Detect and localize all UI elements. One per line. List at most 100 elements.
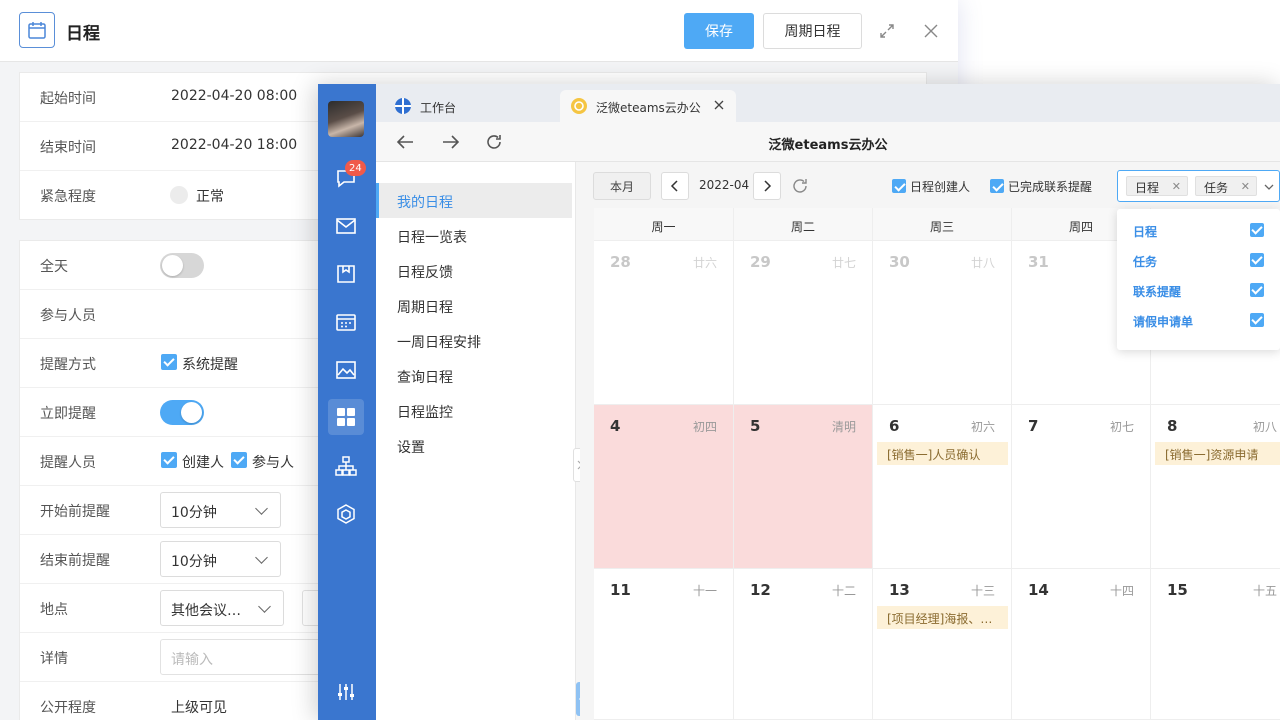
calendar-event[interactable]: [销售一]人员确认 bbox=[877, 442, 1008, 465]
tab-eteams[interactable]: 泛微eteams云办公 bbox=[560, 90, 736, 122]
save-button[interactable]: 保存 bbox=[684, 13, 754, 49]
calendar-event[interactable]: [销售一]资源申请 bbox=[1155, 442, 1280, 465]
cube-icon[interactable] bbox=[332, 500, 360, 528]
dropdown-option-contact-reminder[interactable]: 联系提醒 bbox=[1117, 275, 1280, 305]
day-cell[interactable]: 11 十一 bbox=[594, 569, 734, 720]
apps-icon[interactable] bbox=[332, 403, 360, 431]
calendar-event[interactable]: [项目经理]海报、… bbox=[877, 606, 1008, 629]
day-cell[interactable]: 8 初八 [销售一]资源申请 bbox=[1151, 405, 1280, 569]
calendar-toolbar: 本月 2022-04 日程创建人 已完成联系提醒 日程 ✕ 任务 ✕ bbox=[580, 162, 1280, 208]
box-icon[interactable] bbox=[332, 260, 360, 288]
detail-placeholder: 请输入 bbox=[171, 652, 213, 668]
menu-item-weekly[interactable]: 一周日程安排 bbox=[376, 323, 572, 358]
all-day-label: 全天 bbox=[40, 259, 68, 275]
day-cell[interactable]: 12 十二 bbox=[734, 569, 873, 720]
weekday-header: 周一 bbox=[594, 208, 734, 241]
workbench-icon bbox=[395, 98, 411, 114]
chevron-left-icon bbox=[670, 180, 678, 192]
option-checkbox[interactable] bbox=[1250, 253, 1264, 267]
org-icon[interactable] bbox=[332, 452, 360, 480]
creator-filter-label: 日程创建人 bbox=[910, 180, 971, 194]
before-start-select[interactable]: 10分钟 bbox=[160, 492, 281, 528]
close-icon[interactable] bbox=[712, 98, 726, 112]
dropdown-option-leave-request[interactable]: 请假申请单 bbox=[1117, 305, 1280, 335]
before-start-value: 10分钟 bbox=[171, 505, 217, 521]
before-end-select[interactable]: 10分钟 bbox=[160, 541, 281, 577]
menu-item-settings[interactable]: 设置 bbox=[376, 428, 572, 463]
menu-item-monitor[interactable]: 日程监控 bbox=[376, 393, 572, 428]
menu-item-cycle[interactable]: 周期日程 bbox=[376, 288, 572, 323]
avatar[interactable] bbox=[328, 101, 364, 137]
remind-now-toggle[interactable] bbox=[160, 400, 204, 425]
mail-icon[interactable] bbox=[332, 212, 360, 240]
expand-icon[interactable] bbox=[878, 22, 896, 40]
chip-remove-icon[interactable]: ✕ bbox=[1172, 180, 1181, 193]
before-end-label: 结束前提醒 bbox=[40, 553, 110, 569]
menu-item-label: 日程监控 bbox=[397, 405, 453, 421]
day-cell[interactable]: 6 初六 [销售一]人员确认 bbox=[873, 405, 1012, 569]
day-cell[interactable]: 7 初七 bbox=[1012, 405, 1151, 569]
urgency-label: 紧急程度 bbox=[40, 189, 96, 205]
chip-task: 任务 ✕ bbox=[1195, 176, 1257, 196]
dropdown-option-task[interactable]: 任务 bbox=[1117, 245, 1280, 275]
type-multiselect[interactable]: 日程 ✕ 任务 ✕ bbox=[1117, 170, 1280, 202]
menu-item-feedback[interactable]: 日程反馈 bbox=[376, 253, 572, 288]
calendar-icon[interactable] bbox=[332, 308, 360, 336]
creator-checkbox[interactable] bbox=[161, 452, 177, 468]
option-checkbox[interactable] bbox=[1250, 313, 1264, 327]
prev-month-button[interactable] bbox=[661, 172, 689, 200]
option-label: 请假申请单 bbox=[1133, 315, 1194, 329]
day-cell[interactable]: 15 十五 bbox=[1151, 569, 1280, 720]
unread-badge: 24 bbox=[345, 160, 366, 176]
close-icon[interactable] bbox=[922, 22, 940, 40]
day-number: 8 bbox=[1167, 417, 1178, 435]
lunar-date: 廿七 bbox=[831, 256, 856, 270]
day-cell[interactable]: 30 廿八 bbox=[873, 241, 1012, 405]
chevron-down-icon bbox=[258, 600, 271, 613]
day-cell[interactable]: 29 廿七 bbox=[734, 241, 873, 405]
visibility-value[interactable]: 上级可见 bbox=[171, 697, 227, 717]
day-number: 15 bbox=[1167, 581, 1188, 599]
day-cell[interactable]: 13 十三 [项目经理]海报、… bbox=[873, 569, 1012, 720]
dropdown-option-schedule[interactable]: 日程 bbox=[1117, 215, 1280, 245]
this-month-button[interactable]: 本月 bbox=[593, 172, 651, 200]
day-cell[interactable]: 5 清明 bbox=[734, 405, 873, 569]
participant-checkbox[interactable] bbox=[231, 452, 247, 468]
end-time-value[interactable]: 2022-04-20 18:00 bbox=[171, 137, 297, 153]
option-label: 日程 bbox=[1133, 225, 1158, 239]
day-number: 6 bbox=[889, 417, 900, 435]
day-number: 28 bbox=[610, 253, 631, 271]
menu-item-overview[interactable]: 日程一览表 bbox=[376, 218, 572, 253]
detail-input[interactable]: 请输入 bbox=[160, 639, 330, 675]
settings-sliders-icon[interactable] bbox=[332, 678, 360, 706]
day-number: 4 bbox=[610, 417, 621, 435]
option-label: 联系提醒 bbox=[1133, 285, 1182, 299]
menu-item-label: 日程一览表 bbox=[397, 230, 467, 246]
creator-filter-checkbox[interactable] bbox=[892, 179, 906, 193]
refresh-icon[interactable] bbox=[791, 177, 809, 195]
day-cell[interactable]: 4 初四 bbox=[594, 405, 734, 569]
done-filter-checkbox[interactable] bbox=[990, 179, 1004, 193]
start-time-value[interactable]: 2022-04-20 08:00 bbox=[171, 88, 297, 104]
location-select[interactable]: 其他会议… bbox=[160, 590, 284, 626]
day-number: 31 bbox=[1028, 253, 1049, 271]
option-checkbox[interactable] bbox=[1250, 223, 1264, 237]
system-remind-checkbox[interactable] bbox=[161, 354, 177, 370]
chip-remove-icon[interactable]: ✕ bbox=[1241, 180, 1250, 193]
day-cell[interactable]: 28 廿六 bbox=[594, 241, 734, 405]
cycle-schedule-button[interactable]: 周期日程 bbox=[763, 13, 862, 49]
screen: { "form": { "title": "日程", "save_label":… bbox=[0, 0, 1280, 720]
chevron-right-icon bbox=[764, 180, 772, 192]
lunar-date: 十五 bbox=[1252, 584, 1277, 598]
image-icon[interactable] bbox=[332, 356, 360, 384]
chip-schedule: 日程 ✕ bbox=[1126, 176, 1188, 196]
option-checkbox[interactable] bbox=[1250, 283, 1264, 297]
day-cell[interactable]: 14 十四 bbox=[1012, 569, 1151, 720]
urgency-radio[interactable] bbox=[170, 186, 188, 204]
calendar-icon bbox=[19, 12, 55, 48]
next-month-button[interactable] bbox=[753, 172, 781, 200]
all-day-toggle[interactable] bbox=[160, 253, 204, 278]
tab-workbench[interactable]: 工作台 bbox=[384, 90, 560, 122]
menu-item-query[interactable]: 查询日程 bbox=[376, 358, 572, 393]
menu-item-my-schedule[interactable]: 我的日程 bbox=[376, 183, 572, 218]
